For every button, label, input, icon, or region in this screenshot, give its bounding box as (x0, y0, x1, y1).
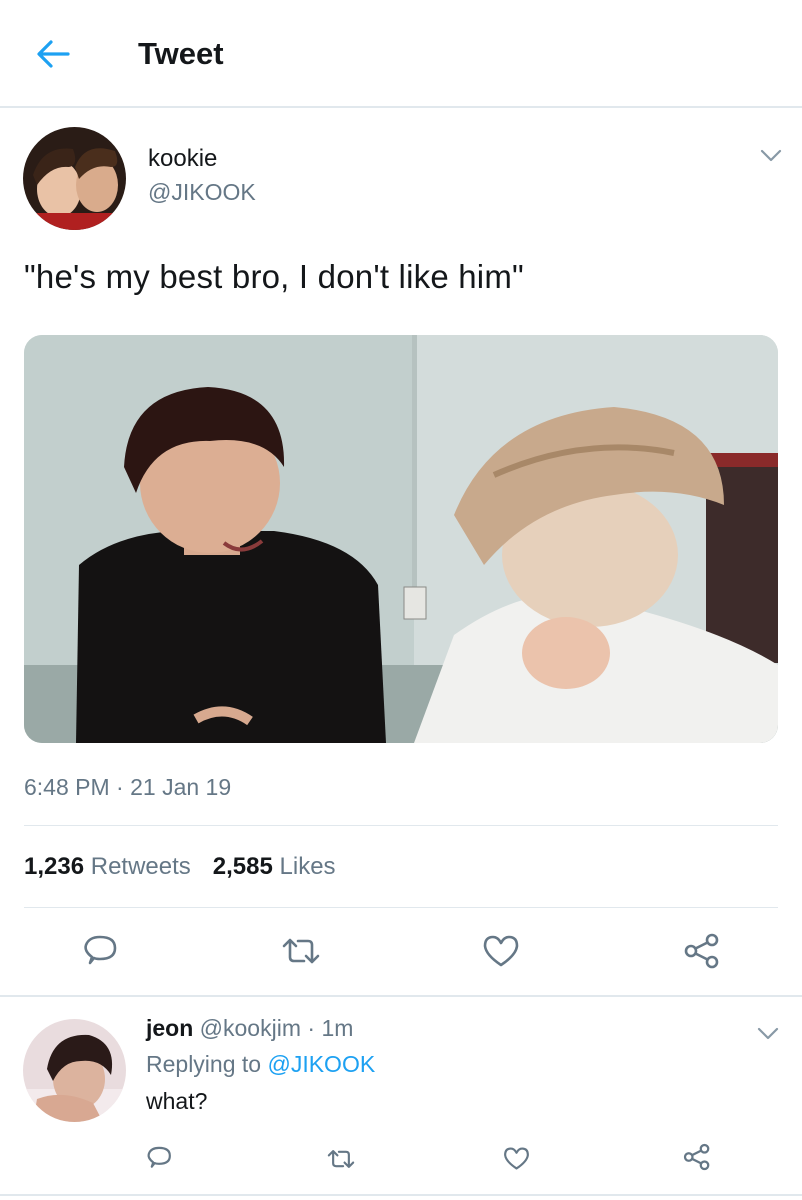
replying-label: Replying to (146, 1051, 262, 1077)
avatar[interactable] (23, 127, 126, 230)
share-button[interactable] (682, 933, 722, 969)
retweet-icon (282, 938, 320, 964)
top-bar: Tweet (0, 0, 802, 108)
retweets-count: 1,236 (24, 853, 85, 880)
reply-text: what? (146, 1088, 208, 1114)
likes-label: Likes (279, 853, 336, 880)
back-arrow-icon (37, 40, 70, 68)
divider (24, 825, 778, 826)
share-icon (683, 1143, 710, 1171)
author-name[interactable]: kookie (148, 145, 217, 173)
reply-avatar[interactable] (23, 1019, 126, 1122)
tweet-timestamp[interactable]: 6:48 PM · 21 Jan 19 (24, 774, 231, 801)
likes-count: 2,585 (212, 853, 273, 880)
heart-icon (504, 1147, 529, 1170)
tweet-time: 6:48 PM (24, 774, 110, 800)
reply-age: 1m (321, 1015, 354, 1041)
tweet-media[interactable] (24, 335, 778, 743)
divider (0, 1194, 802, 1196)
divider (24, 907, 778, 908)
reply-header: jeon @kookjim · 1m (146, 1015, 354, 1041)
retweet-icon (327, 1150, 355, 1168)
reply-author-handle[interactable]: @kookjim (200, 1015, 301, 1041)
author-handle[interactable]: @JIKOOK (148, 179, 256, 206)
reply-retweet-button[interactable] (326, 1147, 356, 1171)
like-button[interactable] (482, 934, 520, 968)
reply-share-button[interactable] (682, 1143, 712, 1171)
tweet-text: "he's my best bro, I don't like him" (24, 258, 524, 295)
divider (0, 995, 802, 997)
reply-icon (147, 1146, 171, 1168)
back-button[interactable] (34, 36, 74, 72)
page-title: Tweet (138, 36, 224, 71)
reply-icon (84, 935, 117, 965)
heart-icon (483, 935, 519, 967)
share-icon (684, 933, 719, 969)
retweets-label: Retweets (90, 853, 191, 880)
reply-like-button[interactable] (503, 1146, 530, 1171)
reply-menu-button[interactable] (757, 1027, 779, 1041)
chevron-down-icon (760, 149, 782, 162)
replying-to-mention[interactable]: @JIKOOK (267, 1051, 375, 1077)
tweet-stats: 1,236 Retweets 2,585 Likes (24, 853, 336, 881)
retweet-button[interactable] (280, 935, 322, 967)
retweets-stat[interactable]: 1,236 Retweets (24, 853, 191, 880)
replying-to: Replying to @JIKOOK (146, 1051, 375, 1078)
chevron-down-icon (757, 1027, 779, 1040)
likes-stat[interactable]: 2,585 Likes (213, 853, 336, 880)
reply-reply-button[interactable] (145, 1145, 173, 1171)
tweet-menu-button[interactable] (760, 149, 782, 163)
tweet-date: 21 Jan 19 (130, 774, 232, 800)
reply-button[interactable] (81, 933, 119, 969)
reply-author-name[interactable]: jeon (146, 1015, 193, 1041)
